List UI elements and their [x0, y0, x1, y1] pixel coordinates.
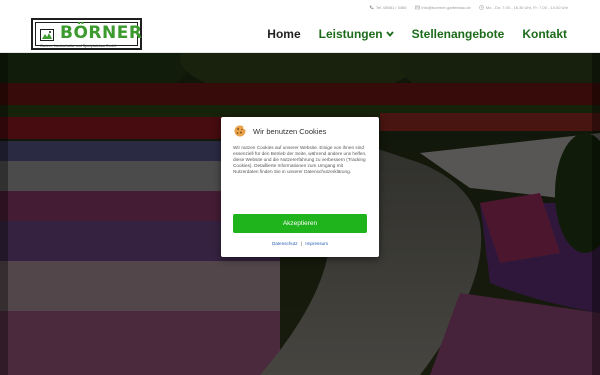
- envelope-icon: [414, 5, 420, 10]
- nav-kontakt[interactable]: Kontakt: [522, 27, 567, 41]
- site-header: BÖRNER Garten-, Landschafts- und Sportpl…: [0, 15, 600, 53]
- clock-icon: [478, 5, 484, 10]
- phone-icon: [369, 5, 374, 10]
- nav-home-label: Home: [267, 27, 301, 41]
- imprint-link[interactable]: Impressum: [305, 241, 328, 246]
- cookie-dialog-title: Wir benutzen Cookies: [253, 126, 327, 136]
- logo-tagline: Garten-, Landschafts- und Sportplatzbau …: [40, 44, 117, 48]
- left-edge-shade: [0, 53, 8, 375]
- right-edge-shade: [592, 53, 600, 375]
- logo-frame: BÖRNER Garten-, Landschafts- und Sportpl…: [35, 22, 142, 48]
- link-separator: |: [300, 241, 303, 246]
- nav-leistungen-label: Leistungen: [318, 27, 383, 41]
- nav-stellenangebote-label: Stellenangebote: [411, 27, 505, 41]
- company-logo[interactable]: BÖRNER Garten-, Landschafts- und Sportpl…: [31, 18, 142, 50]
- privacy-link[interactable]: Datenschutz: [272, 241, 298, 246]
- logo-name: BÖRNER: [60, 23, 143, 43]
- nav-kontakt-label: Kontakt: [522, 27, 567, 41]
- nav-home[interactable]: Home: [267, 27, 300, 41]
- accept-cookies-button[interactable]: Akzeptieren: [233, 214, 367, 233]
- email-info[interactable]: info@boerner-gartenbau.de: [414, 4, 471, 11]
- contact-bar: Tel. 08061 / 3456 info@boerner-gartenbau…: [0, 0, 600, 15]
- cookie-consent-dialog: Wir benutzen Cookies Wir nutzen Cookies …: [221, 117, 379, 257]
- hours-text: Mo - Do: 7.00 - 16.30 Uhr, Fr: 7.00 - 14…: [485, 5, 568, 10]
- cookie-icon: [234, 125, 247, 137]
- cookie-dialog-text: Wir nutzen Cookies auf unserer Website. …: [233, 145, 367, 175]
- main-navigation: Home Leistungen Stellenangebote Kontakt: [267, 27, 567, 41]
- nav-leistungen[interactable]: Leistungen: [319, 27, 394, 41]
- hours-info: Mo - Do: 7.00 - 16.30 Uhr, Fr: 7.00 - 14…: [478, 4, 568, 11]
- cookie-dialog-header: Wir benutzen Cookies: [233, 125, 326, 137]
- logo-emblem-icon: [40, 29, 54, 41]
- nav-stellenangebote[interactable]: Stellenangebote: [412, 27, 505, 41]
- cookie-dialog-links: Datenschutz | Impressum: [221, 241, 379, 247]
- phone-text: Tel. 08061 / 3456: [375, 5, 407, 10]
- phone-info[interactable]: Tel. 08061 / 3456: [369, 4, 407, 11]
- email-text: info@boerner-gartenbau.de: [421, 5, 471, 10]
- chevron-down-icon: [385, 31, 394, 37]
